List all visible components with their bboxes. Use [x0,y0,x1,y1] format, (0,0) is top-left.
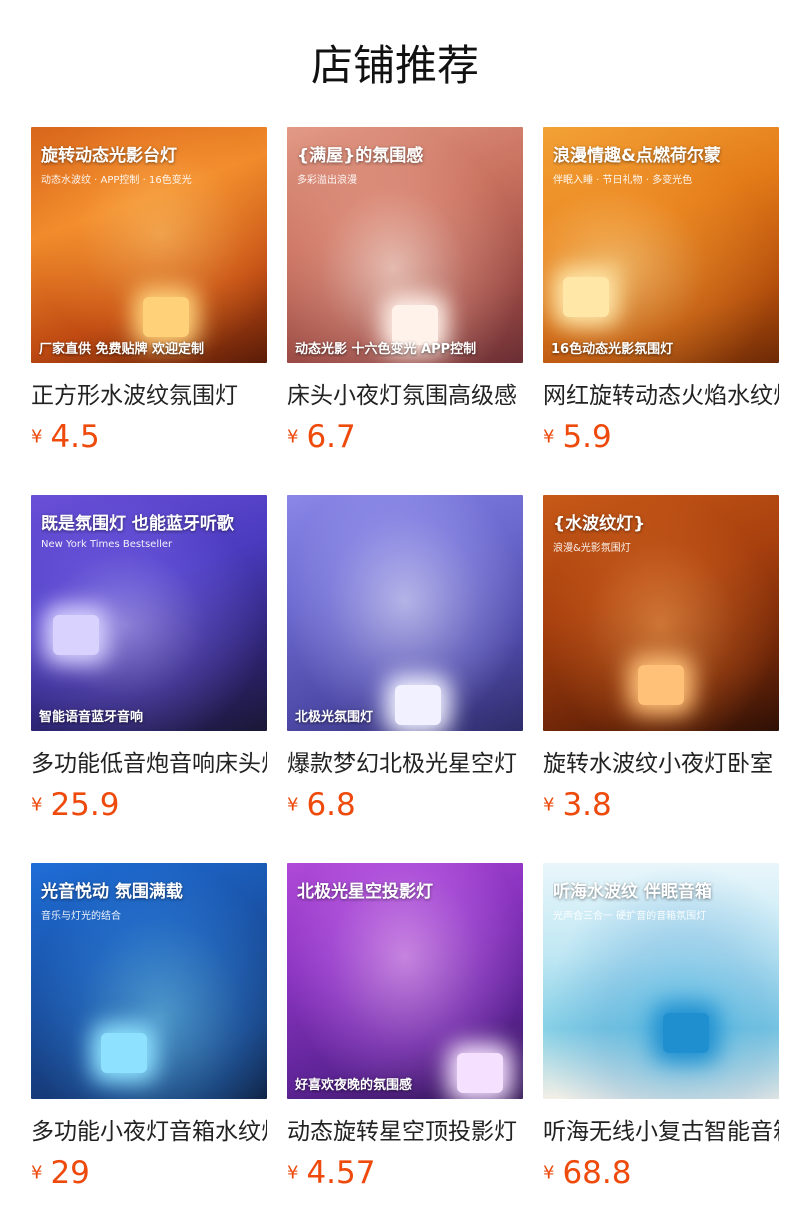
currency-symbol: ¥ [543,426,555,448]
currency-symbol: ¥ [543,1162,555,1184]
lamp-illustration [663,1013,709,1053]
product-image[interactable]: 北极光氛围灯 [287,495,523,731]
product-grid: 旋转动态光影台灯动态水波纹 · APP控制 · 16色变光厂家直供 免费贴牌 欢… [31,127,779,1196]
product-image-text1: 旋转动态光影台灯 [41,146,177,166]
lamp-illustration [143,297,189,337]
product-price-row: ¥25.9 [31,787,267,827]
product-image-text3: 动态光影 十六色变光 APP控制 [295,342,477,357]
product-name[interactable]: 旋转水波纹小夜灯卧室 [543,747,779,781]
product-name[interactable]: 正方形水波纹氛围灯 [31,379,267,413]
product-image-text1: 浪漫情趣&点燃荷尔蒙 [553,146,721,166]
product-name[interactable]: 爆款梦幻北极光星空灯 [287,747,523,781]
product-card[interactable]: {满屋}的氛围感多彩溢出浪漫动态光影 十六色变光 APP控制床头小夜灯氛围高级感… [287,127,523,460]
product-image-text3: 16色动态光影氛围灯 [551,342,674,357]
currency-symbol: ¥ [287,1162,299,1184]
product-price-row: ¥6.8 [287,787,523,827]
product-image-text1: {水波纹灯} [553,514,646,534]
product-price: 29 [50,1155,90,1191]
product-image-text1: {满屋}的氛围感 [297,146,424,166]
currency-symbol: ¥ [287,426,299,448]
product-name[interactable]: 动态旋转星空顶投影灯 [287,1115,523,1149]
currency-symbol: ¥ [31,1162,43,1184]
product-price-row: ¥5.9 [543,419,779,459]
product-image-text3: 好喜欢夜晚的氛围感 [295,1078,413,1093]
product-price: 4.5 [50,419,100,455]
product-card[interactable]: 北极光星空投影灯好喜欢夜晚的氛围感动态旋转星空顶投影灯 ¥4.57 [287,863,523,1196]
currency-symbol: ¥ [287,794,299,816]
product-price-row: ¥29 [31,1155,267,1195]
product-image[interactable]: 既是氛围灯 也能蓝牙听歌 New York Times Bestseller 智能语… [31,495,267,731]
product-card[interactable]: 听海水波纹 伴眠音箱光声合三合一 硬扩音的音箱氛围灯听海无线小复古智能音箱 ¥68… [543,863,779,1196]
product-card[interactable]: 既是氛围灯 也能蓝牙听歌 New York Times Bestseller 智能语… [31,495,267,828]
product-price-row: ¥3.8 [543,787,779,827]
product-card[interactable]: 北极光氛围灯爆款梦幻北极光星空灯 ¥6.8 [287,495,523,828]
product-price: 6.8 [306,787,356,823]
product-image-text2: 动态水波纹 · APP控制 · 16色变光 [41,175,192,186]
product-image-text3: 厂家直供 免费贴牌 欢迎定制 [39,342,205,357]
product-image[interactable]: 旋转动态光影台灯动态水波纹 · APP控制 · 16色变光厂家直供 免费贴牌 欢… [31,127,267,363]
product-price: 68.8 [562,1155,632,1191]
product-image[interactable]: 北极光星空投影灯好喜欢夜晚的氛围感 [287,863,523,1099]
product-price-row: ¥68.8 [543,1155,779,1195]
lamp-illustration [563,277,609,317]
product-image-text1: 听海水波纹 伴眠音箱 [553,882,712,902]
product-price: 25.9 [50,787,120,823]
currency-symbol: ¥ [543,794,555,816]
product-image[interactable]: {满屋}的氛围感多彩溢出浪漫动态光影 十六色变光 APP控制 [287,127,523,363]
product-price: 3.8 [562,787,612,823]
product-image-text2: 多彩溢出浪漫 [297,175,357,186]
product-price: 4.57 [306,1155,376,1191]
product-card[interactable]: 浪漫情趣&点燃荷尔蒙伴眠入睡 · 节日礼物 · 多变光色 16色动态光影氛围灯网红… [543,127,779,460]
product-name[interactable]: 听海无线小复古智能音箱 [543,1115,779,1149]
product-image-text2: 光声合三合一 硬扩音的音箱氛围灯 [553,911,707,922]
product-image-text1: 光音悦动 氛围满载 [41,882,183,902]
product-image[interactable]: 光音悦动 氛围满载音乐与灯光的结合 [31,863,267,1099]
product-image-text2: 浪漫&光影氛围灯 [553,543,631,554]
product-price-row: ¥4.57 [287,1155,523,1195]
product-price: 5.9 [562,419,612,455]
product-image[interactable]: 听海水波纹 伴眠音箱光声合三合一 硬扩音的音箱氛围灯 [543,863,779,1099]
product-image[interactable]: {水波纹灯} 浪漫&光影氛围灯 [543,495,779,731]
product-price-row: ¥6.7 [287,419,523,459]
product-image-text2: 音乐与灯光的结合 [41,911,121,922]
page-title: 店铺推荐 [310,41,479,90]
product-price: 6.7 [306,419,356,455]
product-name[interactable]: 多功能低音炮音响床头灯 [31,747,267,781]
currency-symbol: ¥ [31,426,43,448]
product-name[interactable]: 多功能小夜灯音箱水纹灯 [31,1115,267,1149]
currency-symbol: ¥ [31,794,43,816]
product-image-text1: 既是氛围灯 也能蓝牙听歌 [41,514,234,534]
product-image-text3: 智能语音蓝牙音响 [39,710,144,725]
product-price-row: ¥4.5 [31,419,267,459]
product-image-text2: New York Times Bestseller [41,539,173,550]
product-name[interactable]: 床头小夜灯氛围高级感 [287,379,523,413]
lamp-illustration [101,1033,147,1073]
product-card[interactable]: 光音悦动 氛围满载音乐与灯光的结合多功能小夜灯音箱水纹灯 ¥29 [31,863,267,1196]
shop-recommend-page: 店铺推荐 旋转动态光影台灯动态水波纹 · APP控制 · 16色变光厂家直供 免… [0,0,790,1232]
product-image-text1: 北极光星空投影灯 [297,882,433,902]
product-name[interactable]: 网红旋转动态火焰水纹灯 [543,379,779,413]
product-image-text2: 伴眠入睡 · 节日礼物 · 多变光色 [553,175,693,186]
product-image[interactable]: 浪漫情趣&点燃荷尔蒙伴眠入睡 · 节日礼物 · 多变光色 16色动态光影氛围灯 [543,127,779,363]
product-card[interactable]: 旋转动态光影台灯动态水波纹 · APP控制 · 16色变光厂家直供 免费贴牌 欢… [31,127,267,460]
product-image-text3: 北极光氛围灯 [295,710,374,725]
lamp-illustration [53,615,99,655]
product-card[interactable]: {水波纹灯} 浪漫&光影氛围灯旋转水波纹小夜灯卧室 ¥3.8 [543,495,779,828]
lamp-illustration [638,665,684,705]
